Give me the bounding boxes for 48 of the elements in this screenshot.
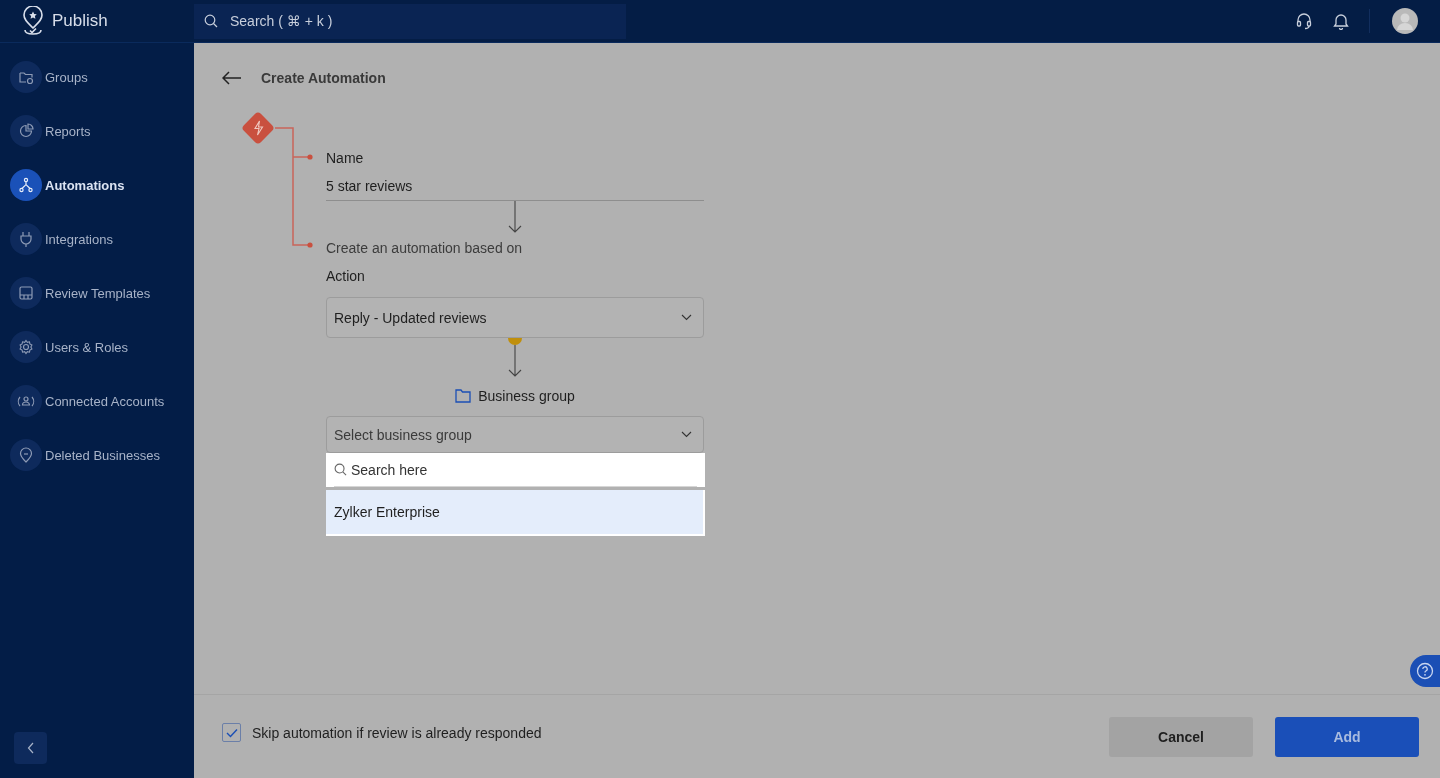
branch-icon bbox=[10, 169, 42, 201]
pie-chart-icon bbox=[10, 115, 42, 147]
checkbox-label: Skip automation if review is already responded bbox=[252, 724, 542, 741]
cancel-button[interactable]: Cancel bbox=[1109, 716, 1253, 757]
sidebar-item[interactable]: Connected Accounts bbox=[10, 385, 194, 417]
dropdown-search-field[interactable]: Search here bbox=[326, 453, 705, 487]
checkbox[interactable] bbox=[222, 723, 241, 742]
search-icon bbox=[334, 463, 347, 476]
back-arrow-icon[interactable] bbox=[222, 71, 242, 85]
sidebar-item[interactable]: Deleted Businesses bbox=[10, 439, 194, 471]
app-name: Publish bbox=[52, 11, 108, 31]
gear-icon bbox=[10, 331, 42, 363]
page-title: Create Automation bbox=[261, 69, 386, 88]
field-label: Name bbox=[326, 149, 365, 168]
chevron-down-icon bbox=[681, 431, 692, 438]
chevron-down-icon bbox=[681, 314, 692, 321]
plug-icon bbox=[10, 223, 42, 255]
linked-user-icon bbox=[10, 385, 42, 417]
action-select[interactable]: Reply - Updated reviews bbox=[326, 297, 704, 338]
template-icon bbox=[10, 277, 42, 309]
logo-icon bbox=[20, 6, 46, 36]
add-button[interactable]: Add bbox=[1275, 716, 1419, 757]
business-group-select[interactable]: Select business group bbox=[326, 416, 704, 453]
dropdown-option[interactable]: Zylker Enterprise bbox=[326, 490, 703, 534]
search-icon bbox=[204, 13, 218, 28]
help-button[interactable] bbox=[1410, 655, 1440, 687]
sidebar-item[interactable]: Automations bbox=[10, 169, 194, 201]
down-arrow-icon bbox=[508, 201, 522, 233]
question-mark-icon bbox=[1416, 662, 1434, 680]
avatar-icon[interactable] bbox=[1392, 8, 1418, 34]
folder-icon bbox=[455, 389, 472, 403]
search-field[interactable]: Search ( ⌘ + k ) bbox=[194, 3, 626, 39]
check-icon bbox=[225, 727, 238, 738]
sidebar-item[interactable]: Integrations bbox=[10, 223, 194, 255]
location-pin-icon bbox=[10, 439, 42, 471]
section-label: Create an automation based on bbox=[326, 239, 524, 258]
name-field[interactable]: 5 star reviews bbox=[326, 175, 704, 201]
bell-icon[interactable] bbox=[1333, 12, 1349, 30]
sidebar-item[interactable]: Users & Roles bbox=[10, 331, 194, 363]
folder-pin-icon bbox=[10, 61, 42, 93]
headset-icon[interactable] bbox=[1295, 12, 1313, 30]
sidebar-item[interactable]: Reports bbox=[10, 115, 194, 147]
down-arrow-icon bbox=[508, 345, 522, 377]
sidebar-item[interactable]: Review Templates bbox=[10, 277, 194, 309]
sidebar-item[interactable]: Groups bbox=[10, 61, 194, 93]
field-label: Business group bbox=[478, 387, 575, 406]
chevron-left-icon bbox=[26, 742, 35, 754]
field-label: Action bbox=[326, 267, 366, 286]
